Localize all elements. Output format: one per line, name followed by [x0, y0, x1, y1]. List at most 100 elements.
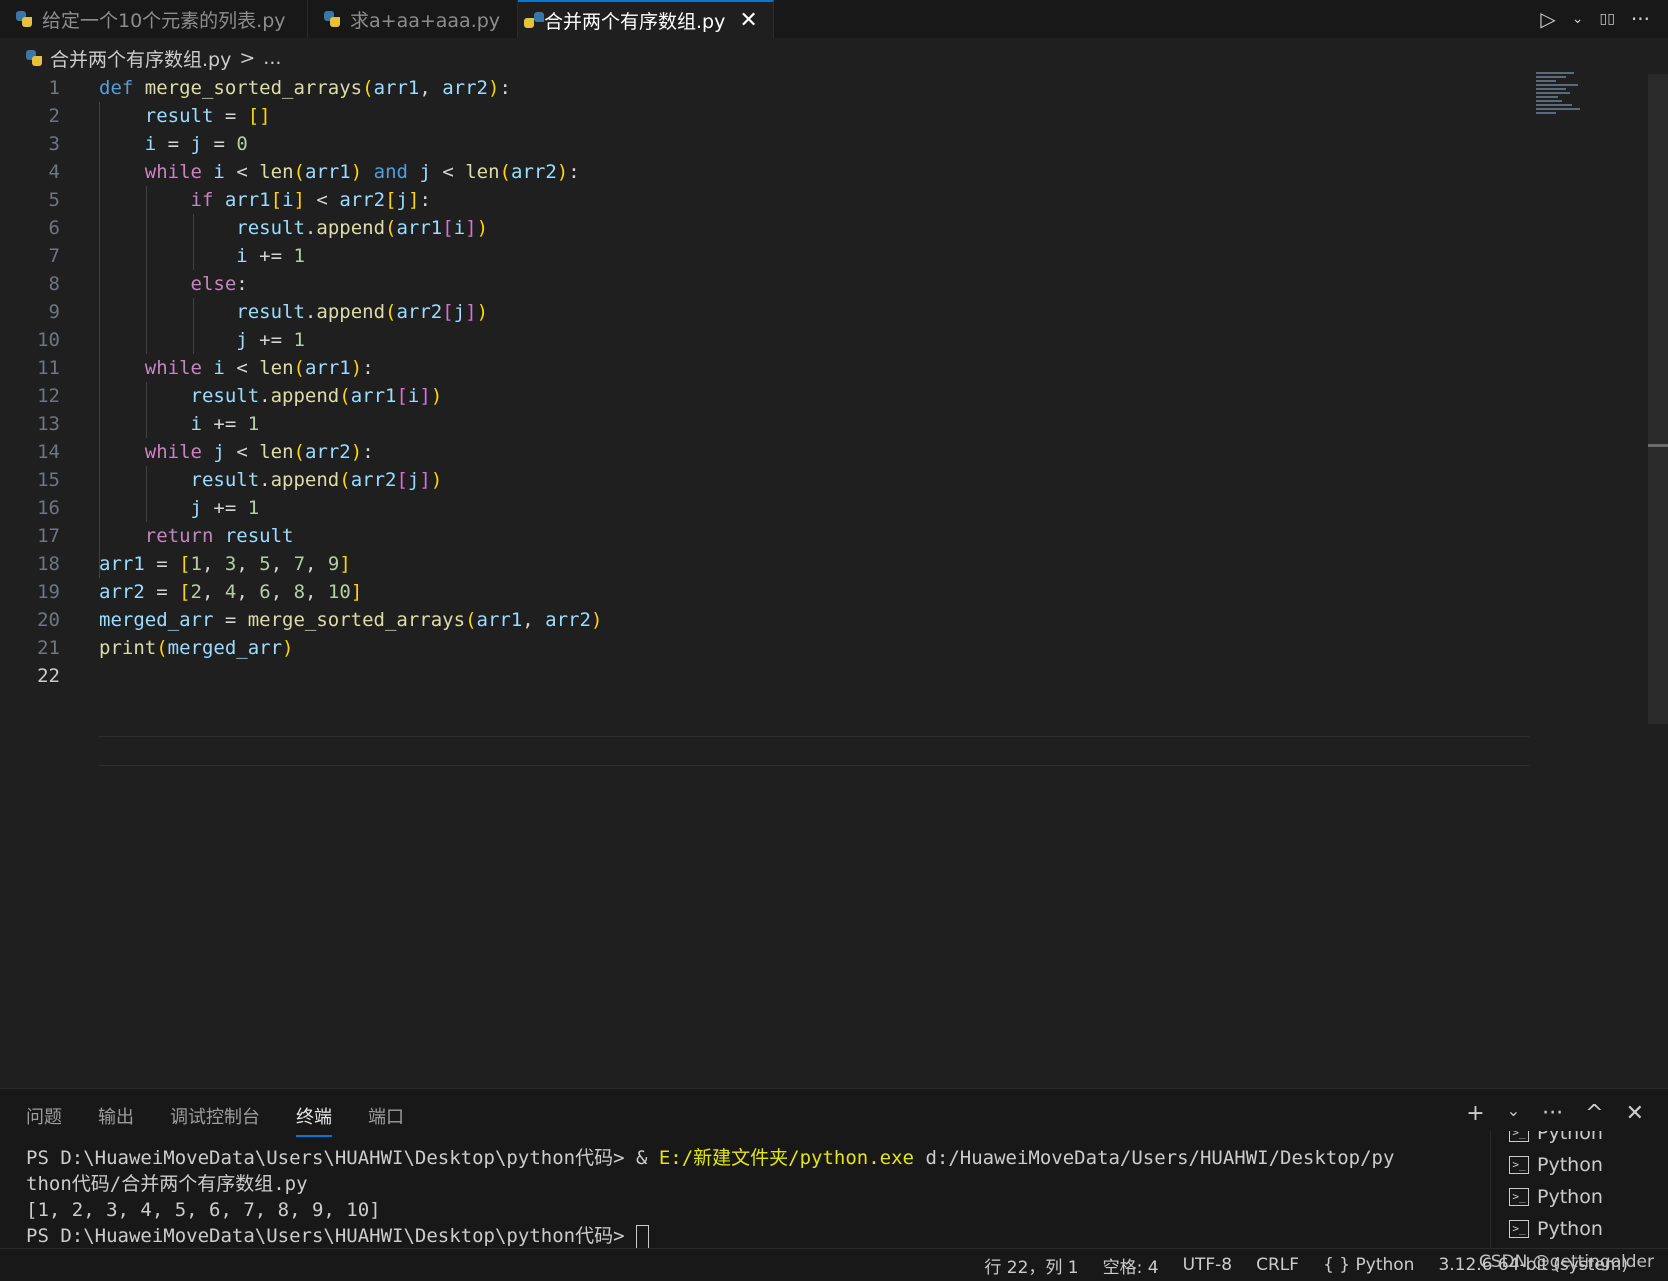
code-line: 18 arr1 = [1, 3, 5, 7, 9] [0, 550, 1548, 578]
code-line: 21 print(merged_arr) [0, 634, 1548, 662]
code-line: 8 else: [0, 270, 1548, 298]
tab-problems[interactable]: 问题 [26, 1103, 62, 1137]
terminal-line: PS D:\HuaweiMoveData\Users\HUAHWI\Deskto… [26, 1147, 1395, 1169]
code-text: result = [] [144, 105, 271, 127]
code-line: 4 while i < len(arr1) and j < len(arr2): [0, 158, 1548, 186]
code-text: print(merged_arr) [99, 637, 294, 659]
more-icon[interactable]: ··· [1631, 7, 1650, 31]
code-line: 14 while j < len(arr2): [0, 438, 1548, 466]
code-text: result.append(arr1[i]) [236, 217, 489, 239]
status-eol[interactable]: CRLF [1256, 1255, 1299, 1275]
code-text: i += 1 [190, 413, 260, 435]
line-number: 20 [37, 609, 60, 631]
code-line: 20 merged_arr = merge_sorted_arrays(arr1,… [0, 606, 1548, 634]
line-number: 22 [37, 665, 60, 687]
maximize-panel-icon[interactable]: ^ [1585, 1101, 1603, 1126]
python-file-icon [26, 50, 42, 66]
tab-debug-console[interactable]: 调试控制台 [170, 1103, 260, 1137]
scrollbar-cursor-marker [1648, 444, 1668, 447]
code-text: return result [144, 525, 294, 547]
close-panel-icon[interactable]: ✕ [1626, 1101, 1644, 1126]
terminal-list: >_ Python >_ Python >_ Python >_ Python [1490, 1131, 1668, 1249]
terminal-list-item[interactable]: >_ Python [1491, 1181, 1668, 1213]
code-line: 3 i = j = 0 [0, 130, 1548, 158]
current-line-highlight [99, 736, 1529, 766]
chevron-right-icon: > [239, 47, 256, 69]
tab-label: 给定一个10个元素的列表.py [42, 9, 286, 32]
code-editor[interactable]: 1 def merge_sorted_arrays(arr1, arr2): 2 … [0, 74, 1548, 1084]
code-text: result.append(arr2[j]) [190, 469, 443, 491]
terminal-icon: >_ [1509, 1156, 1529, 1174]
line-number: 1 [48, 77, 60, 99]
status-cursor-position[interactable]: 行 22，列 1 [984, 1253, 1078, 1278]
terminal-list-item[interactable]: >_ Python [1491, 1131, 1668, 1149]
line-number: 21 [37, 637, 60, 659]
panel-tabs: 问题 输出 调试控制台 终端 端口 [26, 1103, 404, 1137]
line-number: 9 [48, 301, 60, 323]
terminal-list-item[interactable]: >_ Python [1491, 1149, 1668, 1181]
minimap[interactable] [1536, 72, 1586, 120]
code-line: 15 result.append(arr2[j]) [0, 466, 1548, 494]
vertical-scrollbar[interactable] [1648, 74, 1668, 724]
line-number: 8 [48, 273, 60, 295]
status-encoding[interactable]: UTF-8 [1183, 1255, 1233, 1275]
tab-file-list-10[interactable]: 给定一个10个元素的列表.py [0, 0, 308, 38]
code-line: 19 arr2 = [2, 4, 6, 8, 10] [0, 578, 1548, 606]
line-number: 5 [48, 189, 60, 211]
code-text: j += 1 [236, 329, 305, 351]
code-text: while j < len(arr2): [144, 441, 374, 463]
editor-tab-bar: 给定一个10个元素的列表.py 求a+aa+aaa.py 合并两个有序数组.py… [0, 0, 1668, 38]
code-text: result.append(arr2[j]) [236, 301, 489, 323]
code-text: while i < len(arr1) and j < len(arr2): [144, 161, 580, 183]
status-bar: 行 22，列 1 空格: 4 UTF-8 CRLF { } Python 3.1… [0, 1248, 1668, 1281]
status-language[interactable]: { } Python [1323, 1255, 1414, 1275]
more-icon[interactable]: ··· [1542, 1101, 1563, 1126]
line-number: 18 [37, 553, 60, 575]
code-line: 16 j += 1 [0, 494, 1548, 522]
tab-output[interactable]: 输出 [98, 1103, 134, 1137]
tab-file-merge-sorted[interactable]: 合并两个有序数组.py ✕ [518, 0, 774, 38]
code-text: i += 1 [236, 245, 305, 267]
line-number: 12 [37, 385, 60, 407]
breadcrumb-file[interactable]: 合并两个有序数组.py [50, 45, 231, 72]
line-number: 14 [37, 441, 60, 463]
close-icon[interactable]: ✕ [739, 8, 757, 33]
split-editor-icon[interactable]: ▯▯ [1600, 11, 1615, 27]
line-number: 19 [37, 581, 60, 603]
new-terminal-icon[interactable]: + [1466, 1101, 1484, 1126]
chevron-down-icon[interactable]: ⌄ [1507, 1101, 1520, 1126]
terminal-icon: >_ [1509, 1220, 1529, 1238]
terminal-line: thon代码/合并两个有序数组.py [26, 1173, 308, 1195]
terminal-output[interactable]: PS D:\HuaweiMoveData\Users\HUAHWI\Deskto… [26, 1145, 1466, 1249]
code-line: 22 [0, 662, 1548, 690]
chevron-down-icon[interactable]: ⌄ [1572, 11, 1584, 27]
code-text: i = j = 0 [144, 133, 248, 155]
code-line: 9 result.append(arr2[j]) [0, 298, 1548, 326]
code-text: arr2 = [2, 4, 6, 8, 10] [99, 581, 363, 603]
run-icon[interactable]: ▷ [1540, 7, 1555, 31]
code-text: j += 1 [190, 497, 260, 519]
code-line: 13 i += 1 [0, 410, 1548, 438]
terminal-line: PS D:\HuaweiMoveData\Users\HUAHWI\Deskto… [26, 1223, 1466, 1249]
code-text: while i < len(arr1): [144, 357, 374, 379]
line-number: 3 [48, 133, 60, 155]
code-line: 12 result.append(arr1[i]) [0, 382, 1548, 410]
tab-file-a-aa-aaa[interactable]: 求a+aa+aaa.py [308, 0, 518, 38]
code-text: def merge_sorted_arrays(arr1, arr2): [99, 77, 511, 99]
tab-ports[interactable]: 端口 [368, 1103, 404, 1137]
code-line: 5 if arr1[i] < arr2[j]: [0, 186, 1548, 214]
code-line: 1 def merge_sorted_arrays(arr1, arr2): [0, 74, 1548, 102]
code-text: if arr1[i] < arr2[j]: [190, 189, 431, 211]
python-file-icon [16, 11, 32, 27]
line-number: 4 [48, 161, 60, 183]
line-number: 15 [37, 469, 60, 491]
code-line: 11 while i < len(arr1): [0, 354, 1548, 382]
terminal-list-item[interactable]: >_ Python [1491, 1213, 1668, 1245]
status-indentation[interactable]: 空格: 4 [1103, 1253, 1159, 1278]
bottom-panel: 问题 输出 调试控制台 终端 端口 + ⌄ ··· ^ ✕ PS D:\Huaw… [0, 1088, 1668, 1249]
line-number: 10 [37, 329, 60, 351]
breadcrumb-more[interactable]: ... [263, 47, 281, 69]
editor-actions: ▷ ⌄ ▯▯ ··· [1540, 0, 1650, 38]
tab-terminal[interactable]: 终端 [296, 1103, 332, 1137]
line-number: 17 [37, 525, 60, 547]
